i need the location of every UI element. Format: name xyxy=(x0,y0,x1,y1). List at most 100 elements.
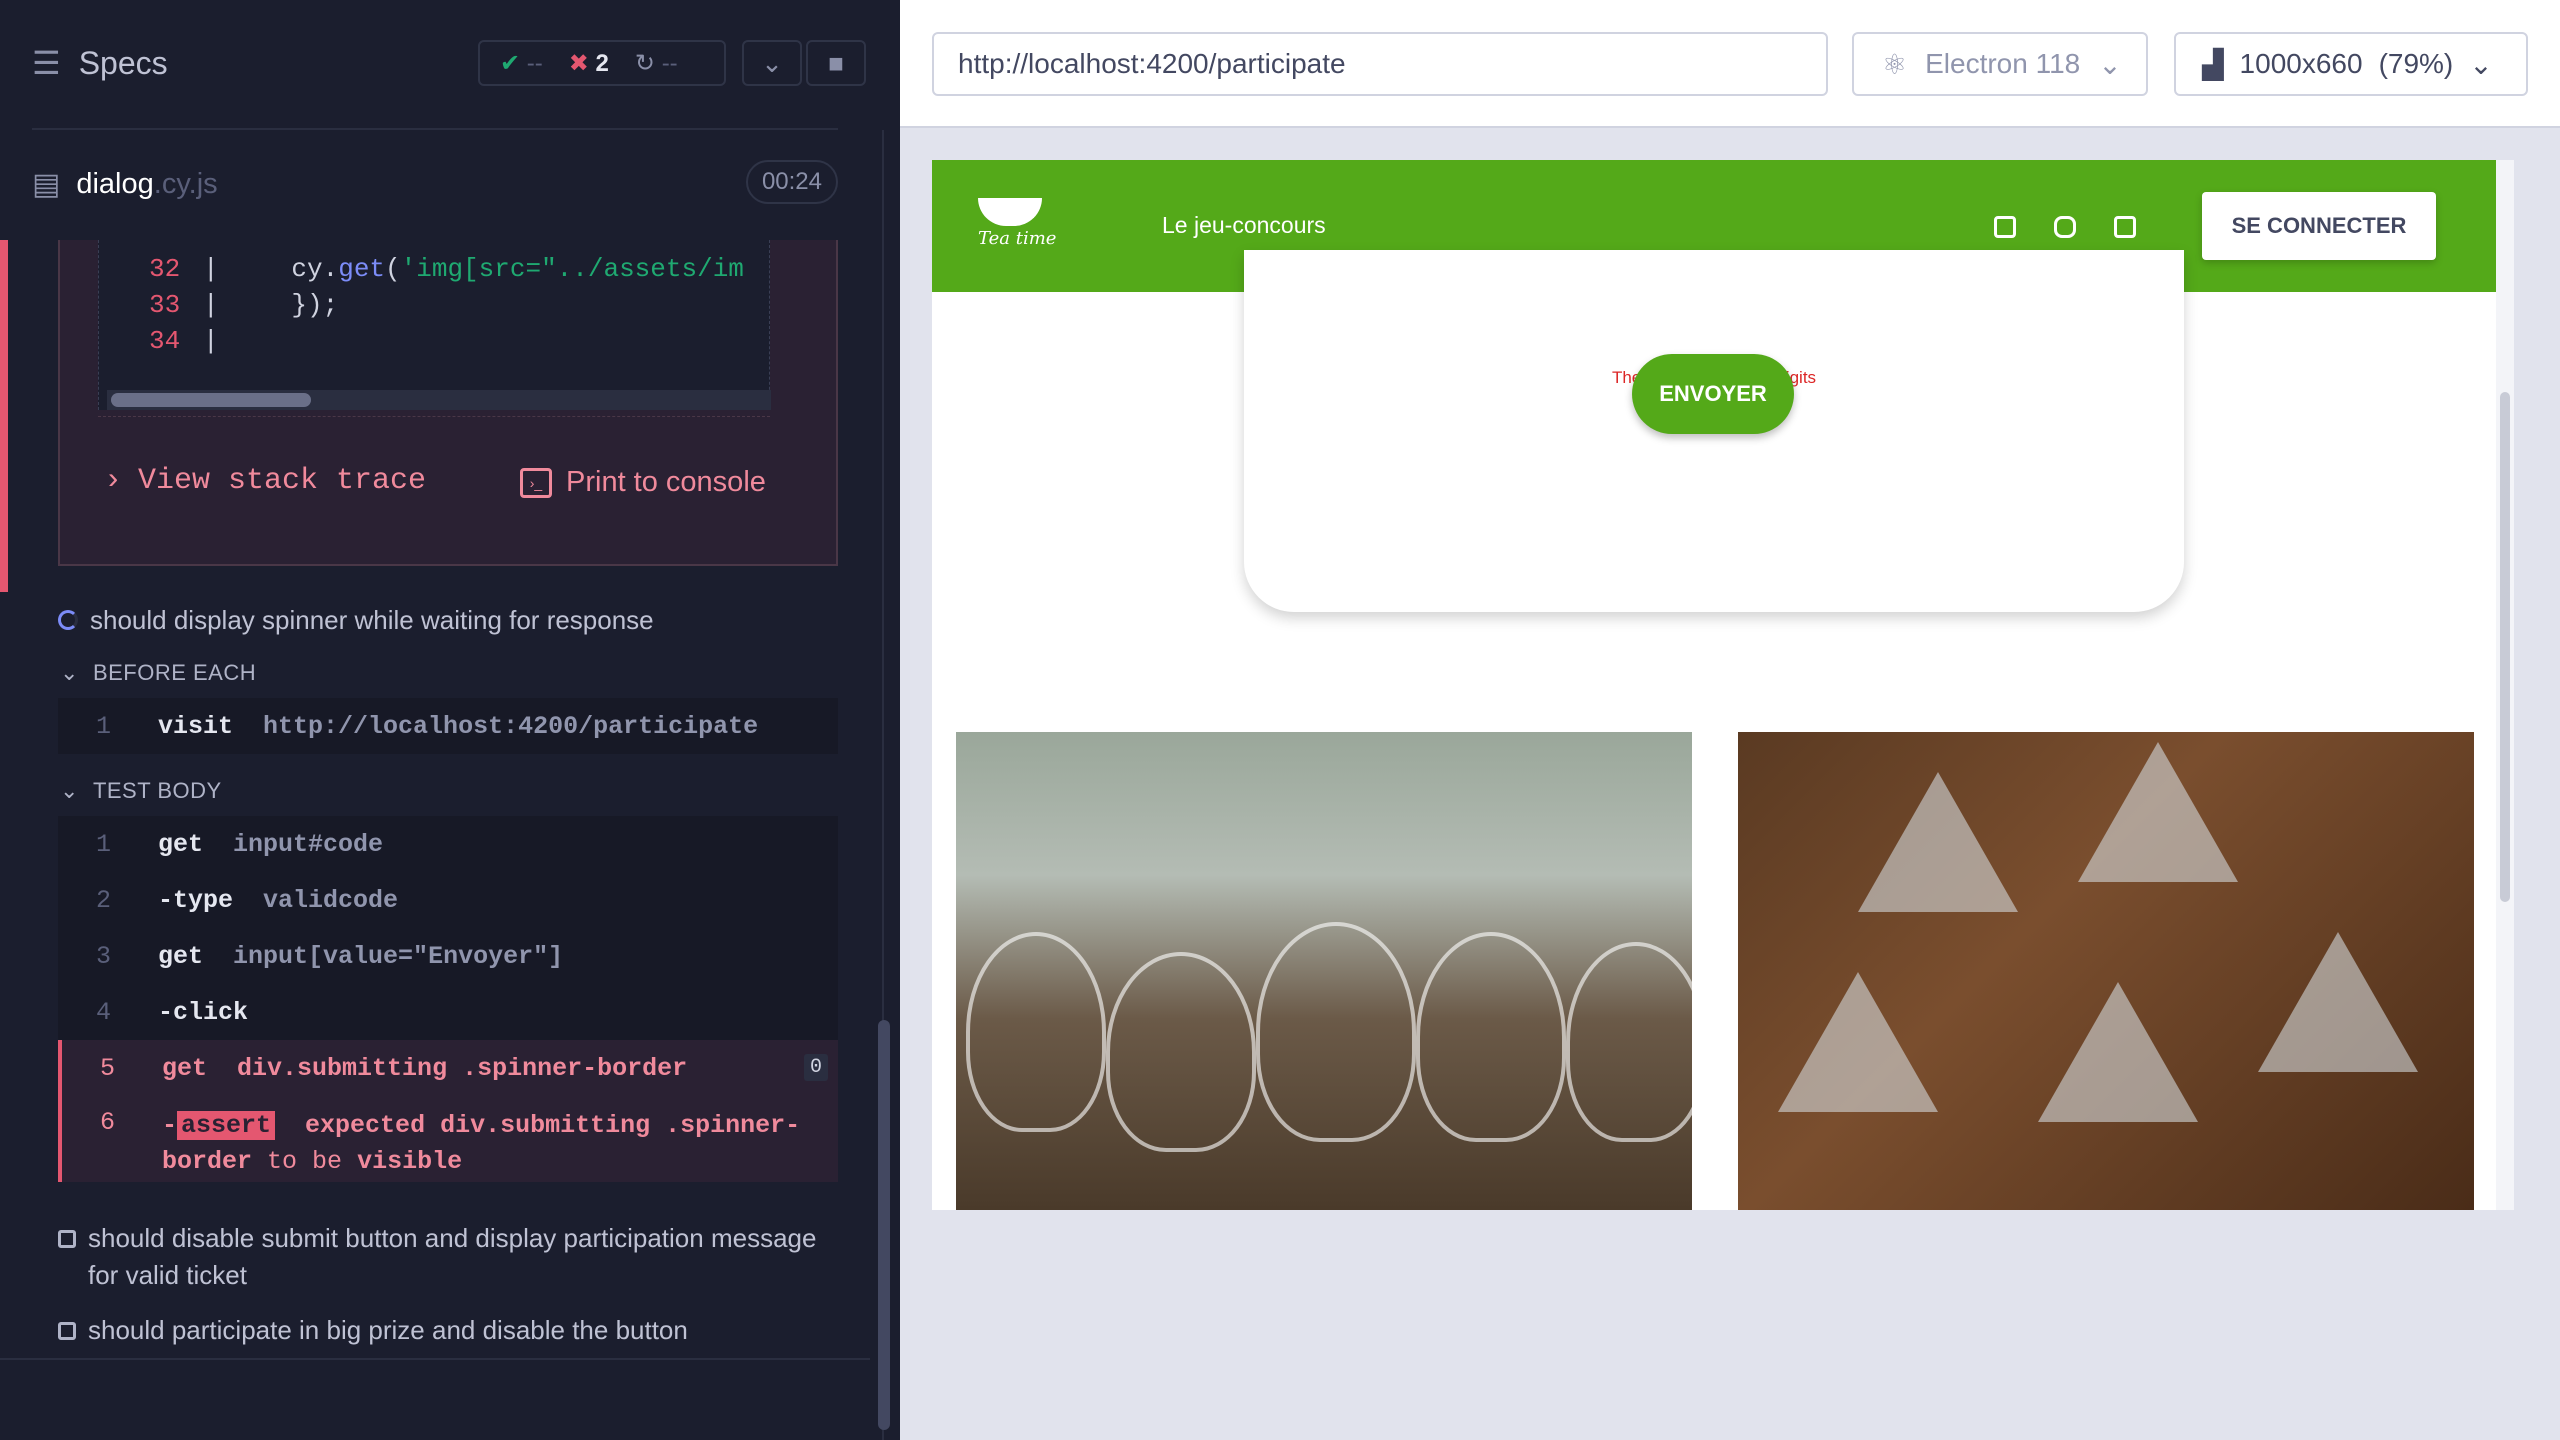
tea-bags-photo xyxy=(1738,732,2474,1210)
test-title: should display spinner while waiting for… xyxy=(90,605,654,635)
command-row[interactable]: 1 get input#code xyxy=(58,816,838,872)
command-name: visit xyxy=(158,711,234,741)
collapse-all-button[interactable]: ⌄ xyxy=(742,40,802,86)
scrollbar-thumb[interactable] xyxy=(878,1020,890,1430)
spec-file-ext: .cy.js xyxy=(153,167,218,200)
zoom-level: (79%) xyxy=(2378,48,2454,79)
print-to-console-label: Print to console xyxy=(566,466,766,498)
browser-selector[interactable]: ⚛ Electron 118 ⌄ xyxy=(1852,32,2148,96)
brand-logo[interactable]: Tea time xyxy=(978,198,1058,252)
command-row[interactable]: 2 -type validcode xyxy=(58,872,838,928)
command-name: - xyxy=(162,1111,178,1140)
failed-icon: ✖ xyxy=(568,49,589,77)
electron-icon: ⚛ xyxy=(1882,48,1908,80)
app-scrollbar[interactable] xyxy=(2496,160,2514,1210)
test-item-queued[interactable]: should participate in big prize and disa… xyxy=(58,1312,818,1349)
cypress-reporter-panel: ☰ Specs ✔ -- ✖ 2 ↻ -- ⌄ ■ ▤ dialog .cy.j… xyxy=(0,0,900,1440)
error-panel: 32 | cy.get('img[src="../assets/im 33 | … xyxy=(58,240,838,566)
viewport-selector[interactable]: ▟ 1000x660 (79%) ⌄ xyxy=(2174,32,2528,96)
test-item-running[interactable]: should display spinner while waiting for… xyxy=(58,602,818,639)
command-row-failed[interactable]: 6 - assert expected div.submitting .spinn… xyxy=(58,1096,838,1182)
command-row[interactable]: 1 visit http://localhost:4200/participat… xyxy=(58,698,838,754)
error-separator xyxy=(98,416,770,417)
teapot-shape xyxy=(966,932,1106,1132)
command-row[interactable]: 4 -click xyxy=(58,984,838,1040)
test-title: should participate in big prize and disa… xyxy=(88,1315,688,1345)
code-line-number: 33 xyxy=(149,290,181,320)
command-number: 1 xyxy=(96,711,112,741)
tea-bag-shape xyxy=(1858,772,2018,912)
view-stack-trace-label: View stack trace xyxy=(138,464,427,498)
url-text: http://localhost:4200/participate xyxy=(958,48,1346,79)
pending-icon: ↻ xyxy=(634,49,656,77)
before-each-hook[interactable]: ⌄ BEFORE EACH xyxy=(60,660,256,686)
command-row-failed[interactable]: 5 get div.submitting .spinner-border 0 xyxy=(58,1040,838,1096)
spinner-icon xyxy=(58,610,78,630)
command-name: get xyxy=(158,941,204,971)
scrollbar-thumb[interactable] xyxy=(2500,392,2510,902)
teapot-shape xyxy=(1416,932,1566,1142)
preview-toolbar: http://localhost:4200/participate ⚛ Elec… xyxy=(900,0,2560,128)
terminal-icon: ›_ xyxy=(520,467,552,498)
test-stats: ✔ -- ✖ 2 ↻ -- xyxy=(478,40,726,86)
spec-timer: 00:24 xyxy=(745,160,838,204)
teacup-icon xyxy=(978,198,1042,226)
header-divider xyxy=(32,128,838,130)
command-number: 5 xyxy=(100,1053,116,1083)
section-label: TEST BODY xyxy=(92,778,222,803)
pending-count: -- xyxy=(661,49,678,77)
tea-bag-shape xyxy=(2038,982,2198,1122)
stop-button[interactable]: ■ xyxy=(806,40,866,86)
scrollbar-thumb[interactable] xyxy=(111,393,311,407)
code-line-separator: | xyxy=(203,326,219,356)
command-arg: input#code xyxy=(233,829,384,859)
app-under-test-frame: Tea time Le jeu-concours SE CONNECTER Th… xyxy=(932,160,2514,1210)
specs-button[interactable]: ☰ Specs xyxy=(32,44,168,82)
chevron-down-icon: ⌄ xyxy=(60,778,79,803)
command-arg: div.submitting .spinner-border xyxy=(237,1053,688,1083)
nav-link-contest[interactable]: Le jeu-concours xyxy=(1162,212,1326,239)
queued-icon xyxy=(58,1322,76,1340)
tea-bag-shape xyxy=(2078,742,2238,882)
facebook-icon[interactable] xyxy=(1994,216,2016,238)
reporter-header: ☰ Specs ✔ -- ✖ 2 ↻ -- ⌄ ■ xyxy=(0,0,900,130)
teapot-shape xyxy=(1566,942,1692,1142)
test-item-queued[interactable]: should disable submit button and display… xyxy=(58,1220,818,1294)
view-stack-trace-button[interactable]: › View stack trace xyxy=(104,464,426,498)
code-line-number: 34 xyxy=(149,326,181,356)
failed-test-indicator xyxy=(0,240,8,592)
chevron-down-icon: ⌄ xyxy=(2469,48,2493,80)
command-row[interactable]: 3 get input[value="Envoyer"] xyxy=(58,928,838,984)
command-arg: validcode xyxy=(263,885,399,915)
assert-badge: assert xyxy=(177,1111,276,1140)
code-line-number: 32 xyxy=(149,254,181,284)
envoyer-button[interactable]: ENVOYER xyxy=(1632,354,1794,434)
command-name: -click xyxy=(158,997,249,1027)
file-icon: ▤ xyxy=(32,167,61,201)
element-count-badge: 0 xyxy=(803,1054,828,1081)
reporter-scrollbar[interactable] xyxy=(872,130,900,1440)
login-button[interactable]: SE CONNECTER xyxy=(2202,192,2436,260)
command-line: get input[value="Envoyer"] xyxy=(158,942,563,971)
command-line: -type validcode xyxy=(158,886,398,915)
passed-count: -- xyxy=(526,49,543,77)
print-to-console-button[interactable]: ›_ Print to console xyxy=(520,466,766,499)
command-line: get div.submitting .spinner-border xyxy=(162,1054,687,1083)
twitter-icon[interactable] xyxy=(2114,216,2136,238)
chevron-down-icon: ⌄ xyxy=(761,47,783,78)
code-frame: 32 | cy.get('img[src="../assets/im 33 | … xyxy=(98,240,771,410)
teapots-photo xyxy=(956,732,1692,1210)
hook-label: BEFORE EACH xyxy=(92,660,257,685)
assert-line-1: expected div.submitting .spinner- xyxy=(305,1111,801,1140)
url-bar[interactable]: http://localhost:4200/participate xyxy=(932,32,1828,96)
assert-message: - assert expected div.submitting .spinner… xyxy=(162,1108,800,1180)
spec-file-row[interactable]: ▤ dialog .cy.js 00:24 xyxy=(32,160,838,208)
test-body-section[interactable]: ⌄ TEST BODY xyxy=(60,778,222,804)
queued-icon xyxy=(58,1230,76,1248)
code-horizontal-scrollbar[interactable] xyxy=(107,390,771,410)
command-line: visit http://localhost:4200/participate xyxy=(158,712,758,741)
assert-visible: visible xyxy=(357,1147,463,1176)
assert-to-be: to be xyxy=(267,1147,343,1176)
code-line-text: }); xyxy=(229,290,339,320)
instagram-icon[interactable] xyxy=(2054,216,2076,238)
